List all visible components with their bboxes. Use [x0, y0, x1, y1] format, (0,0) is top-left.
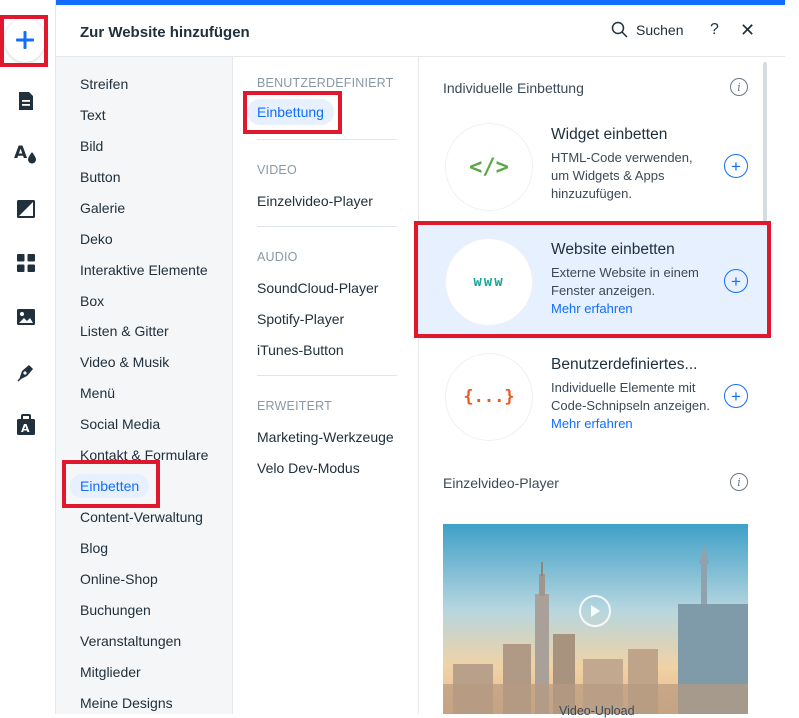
close-button[interactable]: ✕: [740, 20, 755, 41]
category-item[interactable]: Listen & Gitter: [80, 323, 169, 339]
learn-more-link[interactable]: Mehr erfahren: [551, 416, 633, 431]
category-item[interactable]: Meine Designs: [80, 695, 173, 711]
category-item[interactable]: Interaktive Elemente: [80, 262, 208, 278]
category-item[interactable]: Text: [80, 107, 106, 123]
www-icon: www: [446, 239, 532, 325]
custom-element-card[interactable]: {...} Benutzerdefiniertes... Individuell…: [419, 340, 767, 454]
custom-code-icon: {...}: [446, 354, 532, 440]
category-item[interactable]: Bild: [80, 138, 103, 154]
add-card-button[interactable]: +: [724, 384, 748, 408]
portfolio-icon[interactable]: A: [14, 413, 38, 437]
left-toolbar: A A: [0, 0, 56, 714]
section-header-video-player: Einzelvideo-Player: [443, 475, 559, 491]
play-icon[interactable]: [579, 595, 611, 627]
info-icon[interactable]: i: [730, 473, 748, 491]
panel-title: Zur Website hinzufügen: [80, 24, 250, 41]
subcategory-item[interactable]: Marketing-Werkzeuge: [257, 429, 394, 445]
background-icon[interactable]: [14, 197, 38, 221]
website-embed-card[interactable]: www Website einbetten Externe Website in…: [419, 225, 767, 339]
widget-embed-card[interactable]: </> Widget einbetten HTML-Code verwenden…: [419, 110, 767, 224]
card-description-text: Externe Website in einem Fenster anzeige…: [551, 265, 699, 298]
add-elements-button[interactable]: [5, 18, 45, 62]
category-item[interactable]: Galerie: [80, 200, 125, 216]
category-item[interactable]: Content-Verwaltung: [80, 509, 203, 525]
search-label: Suchen: [636, 21, 684, 38]
info-icon[interactable]: i: [730, 78, 748, 96]
category-item[interactable]: Blog: [80, 540, 108, 556]
card-description: HTML-Code verwenden, um Widgets & Apps h…: [551, 150, 693, 201]
card-title: Benutzerdefiniertes...: [551, 356, 698, 373]
video-thumbnail[interactable]: [443, 524, 748, 714]
section-title-custom: BENUTZERDEFINIERT: [257, 76, 394, 90]
category-list: Streifen Text Bild Button Galerie Deko I…: [56, 57, 233, 714]
section-title-advanced: ERWEITERT: [257, 399, 332, 413]
add-panel: Zur Website hinzufügen Suchen ? ✕ Streif…: [56, 0, 785, 718]
divider: [257, 226, 397, 227]
svg-text:A: A: [14, 143, 28, 163]
panel-header: Zur Website hinzufügen Suchen ? ✕: [56, 5, 785, 57]
category-item[interactable]: Mitglieder: [80, 664, 141, 680]
page-icon[interactable]: [14, 89, 38, 113]
divider: [257, 375, 397, 376]
category-item[interactable]: Online-Shop: [80, 571, 158, 587]
category-item[interactable]: Button: [80, 169, 120, 185]
category-item[interactable]: Veranstaltungen: [80, 633, 181, 649]
category-item[interactable]: Deko: [80, 231, 113, 247]
code-icon: </>: [446, 124, 532, 210]
add-card-button[interactable]: +: [724, 269, 748, 293]
category-item-einbetten-selected[interactable]: Einbetten: [70, 474, 150, 498]
divider: [257, 139, 397, 140]
subcategory-item[interactable]: iTunes-Button: [257, 342, 344, 358]
learn-more-link[interactable]: Mehr erfahren: [551, 301, 633, 316]
media-icon[interactable]: [14, 305, 38, 329]
add-icon: [16, 31, 34, 49]
subcategory-item[interactable]: Spotify-Player: [257, 311, 344, 327]
card-description: Individuelle Elemente mit Code-Schnipsel…: [551, 379, 713, 433]
section-header-custom-embed: Individuelle Einbettung: [443, 80, 584, 96]
category-item[interactable]: Streifen: [80, 76, 128, 92]
element-gallery: Individuelle Einbettung i </> Widget ein…: [419, 57, 785, 718]
category-item[interactable]: Social Media: [80, 416, 160, 432]
category-item[interactable]: Menü: [80, 385, 115, 401]
card-title: Widget einbetten: [551, 126, 668, 143]
card-title: Website einbetten: [551, 241, 675, 258]
card-description-text: Individuelle Elemente mit Code-Schnipsel…: [551, 380, 710, 413]
subcategory-item[interactable]: Einzelvideo-Player: [257, 193, 373, 209]
section-title-video: VIDEO: [257, 163, 297, 177]
subcategory-item-einbettung-selected[interactable]: Einbettung: [247, 99, 334, 125]
subcategory-item[interactable]: SoundCloud-Player: [257, 280, 378, 296]
subcategory-list: BENUTZERDEFINIERT Einbettung VIDEO Einze…: [233, 57, 419, 714]
category-item[interactable]: Box: [80, 293, 104, 309]
video-caption: Video-Upload: [559, 704, 635, 718]
category-item[interactable]: Kontakt & Formulare: [80, 447, 208, 463]
apps-icon[interactable]: [14, 251, 38, 275]
card-description: Externe Website in einem Fenster anzeige…: [551, 264, 713, 318]
section-title-audio: AUDIO: [257, 250, 298, 264]
svg-text:A: A: [21, 422, 30, 435]
add-card-button[interactable]: +: [724, 154, 748, 178]
help-button[interactable]: ?: [710, 21, 719, 39]
category-item[interactable]: Buchungen: [80, 602, 151, 618]
search-button[interactable]: Suchen: [611, 21, 683, 38]
pen-icon[interactable]: [14, 360, 38, 384]
category-item[interactable]: Video & Musik: [80, 354, 169, 370]
theme-icon[interactable]: A: [14, 142, 38, 166]
subcategory-item[interactable]: Velo Dev-Modus: [257, 460, 360, 476]
scrollbar[interactable]: [763, 62, 767, 222]
search-icon: [611, 21, 628, 38]
